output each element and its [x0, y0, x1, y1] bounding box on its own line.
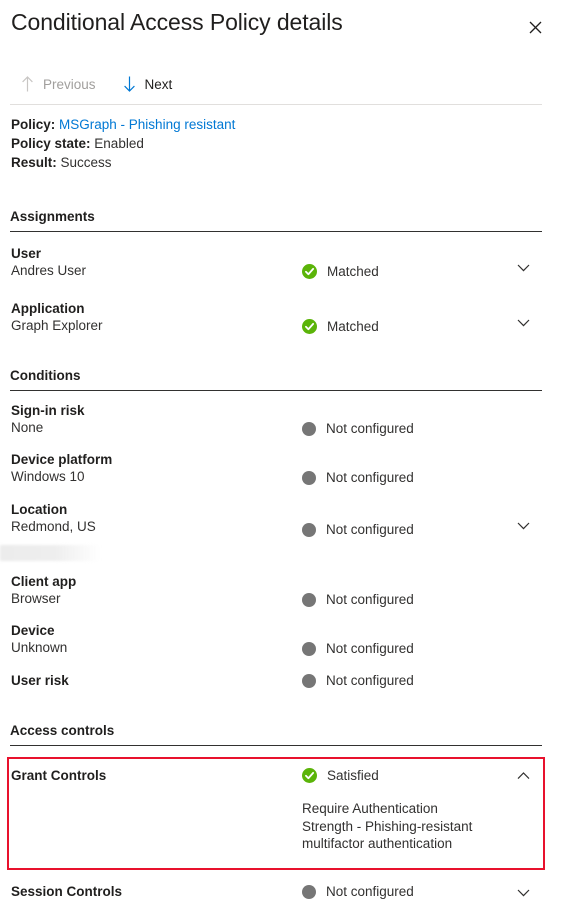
- row-status-label: Matched: [327, 319, 379, 334]
- grey-dot-icon: [302, 673, 316, 688]
- row-name: Device: [11, 623, 55, 638]
- summary-policy-state-line: Policy state: Enabled: [11, 134, 235, 153]
- row-subvalue: Redmond, US: [11, 519, 96, 534]
- close-button[interactable]: [517, 10, 553, 44]
- row-status: Not configured: [302, 421, 414, 436]
- row-status: Not configured: [302, 641, 414, 656]
- grey-dot-icon: [302, 421, 316, 436]
- row-name: Sign-in risk: [11, 403, 85, 418]
- grant-controls-detail: Require Authentication Strength - Phishi…: [302, 801, 473, 851]
- row-subvalue: Windows 10: [11, 469, 85, 484]
- check-circle-icon: [302, 768, 317, 783]
- section-header-assignments: Assignments: [10, 209, 542, 232]
- policy-summary: Policy: MSGraph - Phishing resistant Pol…: [11, 115, 235, 172]
- chevron-down-icon[interactable]: [512, 882, 534, 904]
- chevron-down-icon[interactable]: [512, 515, 534, 537]
- row-status: Not configured: [302, 592, 414, 607]
- policy-state-value: Enabled: [94, 136, 144, 151]
- panel-header: Conditional Access Policy details: [0, 0, 561, 56]
- command-bar-divider: [10, 104, 542, 105]
- grey-dot-icon: [302, 522, 316, 537]
- summary-policy-line: Policy: MSGraph - Phishing resistant: [11, 115, 235, 134]
- grey-dot-icon: [302, 470, 316, 485]
- grey-dot-icon: [302, 592, 316, 607]
- row-status: Not configured: [302, 470, 414, 485]
- arrow-down-icon: [122, 76, 137, 93]
- row-status-label: Not configured: [326, 421, 414, 436]
- close-icon: [529, 21, 542, 34]
- row-status-label: Not configured: [326, 470, 414, 485]
- policy-state-label: Policy state:: [11, 136, 91, 151]
- summary-result-line: Result: Success: [11, 153, 235, 172]
- chevron-down-icon[interactable]: [512, 257, 534, 279]
- row-status: Satisfied: [302, 768, 379, 783]
- row-status: Not configured: [302, 884, 414, 899]
- row-status-label: Not configured: [326, 592, 414, 607]
- row-name: Device platform: [11, 452, 113, 467]
- row-status: Not configured: [302, 522, 414, 537]
- arrow-up-icon: [20, 76, 35, 93]
- previous-label: Previous: [43, 76, 96, 92]
- row-subvalue: Andres User: [11, 263, 87, 278]
- grey-dot-icon: [302, 884, 316, 899]
- chevron-up-icon[interactable]: [512, 765, 534, 787]
- row-status: Matched: [302, 319, 379, 334]
- row-name: Application: [11, 301, 85, 316]
- check-circle-icon: [302, 319, 317, 334]
- section-header-conditions: Conditions: [10, 368, 542, 391]
- command-bar: Previous Next: [0, 64, 561, 104]
- next-button[interactable]: Next: [116, 68, 179, 100]
- result-value: Success: [60, 155, 112, 170]
- row-name: Grant Controls: [11, 768, 107, 783]
- row-subvalue: None: [11, 420, 44, 435]
- row-name: User risk: [11, 673, 69, 688]
- row-subvalue: Browser: [11, 591, 61, 606]
- row-status-label: Not configured: [326, 673, 414, 688]
- section-header-access-controls: Access controls: [10, 723, 542, 746]
- check-circle-icon: [302, 264, 317, 279]
- conditional-access-policy-details-panel: Conditional Access Policy details Previo…: [0, 0, 561, 916]
- policy-label: Policy:: [11, 117, 56, 132]
- row-status: Not configured: [302, 673, 414, 688]
- row-status-label: Not configured: [326, 522, 414, 537]
- policy-link[interactable]: MSGraph - Phishing resistant: [59, 117, 235, 132]
- row-name: User: [11, 246, 42, 261]
- row-status-label: Not configured: [326, 884, 414, 899]
- next-label: Next: [144, 76, 173, 92]
- row-name: Client app: [11, 574, 77, 589]
- row-name: Location: [11, 502, 68, 517]
- result-label: Result:: [11, 155, 57, 170]
- row-status-label: Not configured: [326, 641, 414, 656]
- row-status-label: Satisfied: [327, 768, 379, 783]
- row-name: Session Controls: [11, 884, 123, 899]
- previous-button[interactable]: Previous: [14, 68, 102, 100]
- row-status: Matched: [302, 264, 379, 279]
- chevron-down-icon[interactable]: [512, 312, 534, 334]
- redacted-region: [0, 545, 100, 561]
- page-title: Conditional Access Policy details: [11, 9, 343, 35]
- row-subvalue: Graph Explorer: [11, 318, 103, 333]
- row-subvalue: Unknown: [11, 640, 68, 655]
- grey-dot-icon: [302, 641, 316, 656]
- row-status-label: Matched: [327, 264, 379, 279]
